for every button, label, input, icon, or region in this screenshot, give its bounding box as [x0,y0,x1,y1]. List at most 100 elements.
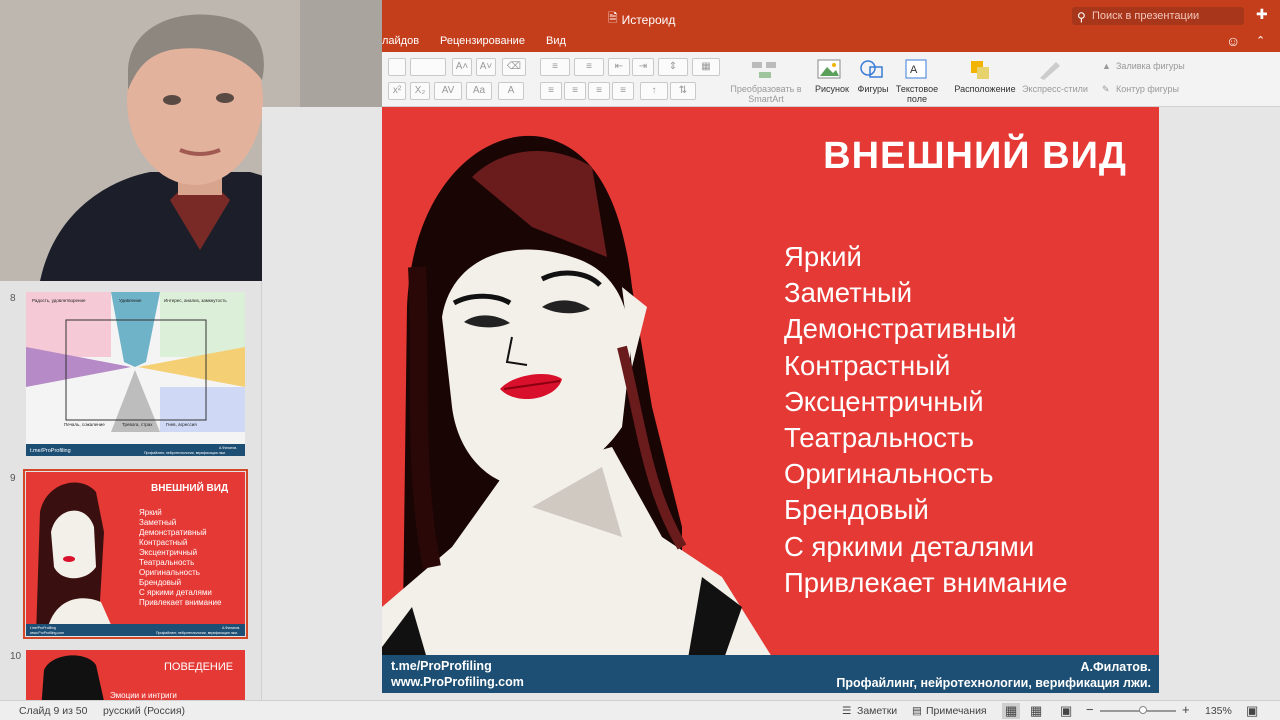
slide-thumbnails-panel[interactable]: 8 Радость, удовлетворение Удивление Инте… [0,281,262,700]
share-icon[interactable]: ✚ [1256,6,1268,23]
smartart-icon[interactable] [750,58,782,82]
tab-review[interactable]: Рецензирование [440,35,525,47]
slide-list-item: Театральность [784,422,974,454]
slide-list-item: Эксцентричный [784,385,984,417]
language-indicator[interactable]: русский (Россия) [103,705,185,717]
tab-slideshow[interactable]: лайдов [382,35,419,47]
increase-font-icon[interactable]: A˄ [452,58,472,76]
reading-view-icon[interactable]: ▣ [1060,703,1072,719]
powerpoint-window: 🗎 Истероид ⚲ Поиск в презентации ✚ лайдо… [0,0,1280,720]
textbox-label: Текстовое поле [895,84,939,104]
thumb9-footer-right-bottom: Профайлинг, нейротехнологии, верификация… [156,631,238,635]
change-case-icon[interactable]: Aa [466,82,492,100]
thumb9-footer-left-bottom: www.ProProfiling.com [30,631,64,635]
font-name-dropdown[interactable] [388,58,406,76]
thumb-number-9: 9 [10,473,16,484]
thumbnail-slide-8[interactable]: Радость, удовлетворение Удивление Интере… [26,292,245,456]
slide-list-item: Оригинальность [784,458,994,490]
font-color-icon[interactable]: A [498,82,524,100]
picture-icon[interactable] [816,58,844,82]
zoom-out-icon[interactable]: − [1086,702,1094,717]
thumb8-label-interest: Интерес, анализ, замкнутость [164,298,227,303]
search-icon: ⚲ [1077,10,1086,24]
picture-label: Рисунок [815,84,849,94]
thumb9-item: Оригинальность [139,568,200,577]
thumb9-item: Демонстративный [139,528,207,537]
thumb9-item: Эксцентричный [139,548,198,557]
fit-to-window-icon[interactable]: ▣ [1246,703,1258,719]
window-title: 🗎 Истероид [608,9,675,30]
zoom-slider-handle[interactable] [1139,706,1147,714]
notes-button[interactable]: Заметки [857,705,897,717]
decrease-font-icon[interactable]: A˅ [476,58,496,76]
thumbnail-slide-10[interactable]: ПОВЕДЕНИЕ Эмоции и интриги [26,650,245,700]
fill-bucket-icon[interactable]: ▲ [1102,61,1111,71]
slide-list-item: Брендовый [784,494,929,526]
thumb8-label-sadness: Печаль, сожаление [64,422,105,427]
thumb9-items: Яркий Заметный Демонстративный Контрастн… [139,508,221,608]
feedback-smiley-icon[interactable]: ☺ [1226,33,1240,49]
thumb9-footer-right-top: А.Филатов. [222,626,240,630]
thumb10-item: Эмоции и интриги [110,691,177,700]
slide-canvas[interactable]: ВНЕШНИЙ ВИД Яркий Заметный Демонстративн… [262,107,1280,700]
font-size-dropdown[interactable] [410,58,446,76]
char-spacing-icon[interactable]: AV [434,82,462,100]
shape-outline-label[interactable]: Контур фигуры [1116,84,1206,94]
thumb9-item: Театральность [139,558,195,567]
search-placeholder: Поиск в презентации [1092,10,1200,22]
quick-styles-icon[interactable] [1036,58,1066,82]
slide-sorter-icon[interactable]: ▦ [1030,703,1042,719]
zoom-in-icon[interactable]: + [1182,702,1190,717]
thumb10-title: ПОВЕДЕНИЕ [164,661,233,673]
columns-icon[interactable]: ▦ [692,58,720,76]
zoom-level[interactable]: 135% [1205,705,1232,717]
align-text-icon[interactable]: ⇅ [670,82,696,100]
decrease-indent-icon[interactable]: ⇤ [608,58,630,76]
arrange-icon[interactable] [968,58,998,82]
slide-item-list[interactable]: Яркий Заметный Демонстративный Контрастн… [784,239,1068,601]
outline-pen-icon[interactable]: ✎ [1102,84,1110,94]
slide-list-item: Заметный [784,277,913,309]
footer-website: www.ProProfiling.com [391,675,524,689]
zoom-slider[interactable] [1100,710,1176,712]
textbox-icon[interactable]: A [904,58,930,82]
superscript-icon[interactable]: x² [388,82,406,100]
slide-list-item: Привлекает внимание [784,566,1068,598]
smartart-label: Преобразовать в SmartArt [730,84,802,104]
shapes-label: Фигуры [857,84,889,94]
increase-indent-icon[interactable]: ⇥ [632,58,654,76]
bullets-icon[interactable]: ≡ [540,58,570,76]
line-spacing-icon[interactable]: ⇕ [658,58,688,76]
align-left-icon[interactable]: ≡ [540,82,562,100]
thumbnail-slide-8-image: Радость, удовлетворение Удивление Интере… [26,292,245,456]
align-center-icon[interactable]: ≡ [564,82,586,100]
shape-fill-label[interactable]: Заливка фигуры [1116,61,1206,71]
thumb9-item: Заметный [139,518,177,527]
thumb8-label-fear: Тревога, страх [122,422,153,427]
slide-title[interactable]: ВНЕШНИЙ ВИД [823,135,1127,178]
search-input[interactable]: ⚲ Поиск в презентации [1072,7,1244,25]
footer-tagline: Профайлинг, нейротехнологии, верификация… [836,676,1151,690]
slide-list-item: Демонстративный [784,313,1017,345]
text-direction-icon[interactable]: ↑ [640,82,668,100]
thumbnail-slide-9[interactable]: ВНЕШНИЙ ВИД t.me/ProProfiling www.ProPro… [23,469,248,639]
current-slide[interactable]: ВНЕШНИЙ ВИД Яркий Заметный Демонстративн… [382,107,1159,693]
svg-text:A: A [910,64,918,76]
thumb9-item: Яркий [139,508,162,517]
clear-formatting-icon[interactable]: ⌫ [502,58,526,76]
status-bar: Слайд 9 из 50 русский (Россия) ☰ Заметки… [0,700,1280,720]
notes-icon[interactable]: ☰ [842,705,851,717]
comments-icon[interactable]: ▤ [912,705,922,717]
collapse-ribbon-icon[interactable]: ⌃ [1256,34,1265,47]
tab-view[interactable]: Вид [546,35,566,47]
thumb8-label-surprise: Удивление [119,298,142,303]
comments-button[interactable]: Примечания [926,705,987,717]
shapes-icon[interactable] [858,58,888,82]
thumb9-item: С яркими деталями [139,588,212,597]
subscript-icon[interactable]: X₂ [410,82,430,100]
normal-view-icon[interactable]: ▦ [1002,703,1021,719]
thumb-number-8: 8 [10,293,16,304]
justify-icon[interactable]: ≡ [612,82,634,100]
align-right-icon[interactable]: ≡ [588,82,610,100]
numbering-icon[interactable]: ≡ [574,58,604,76]
